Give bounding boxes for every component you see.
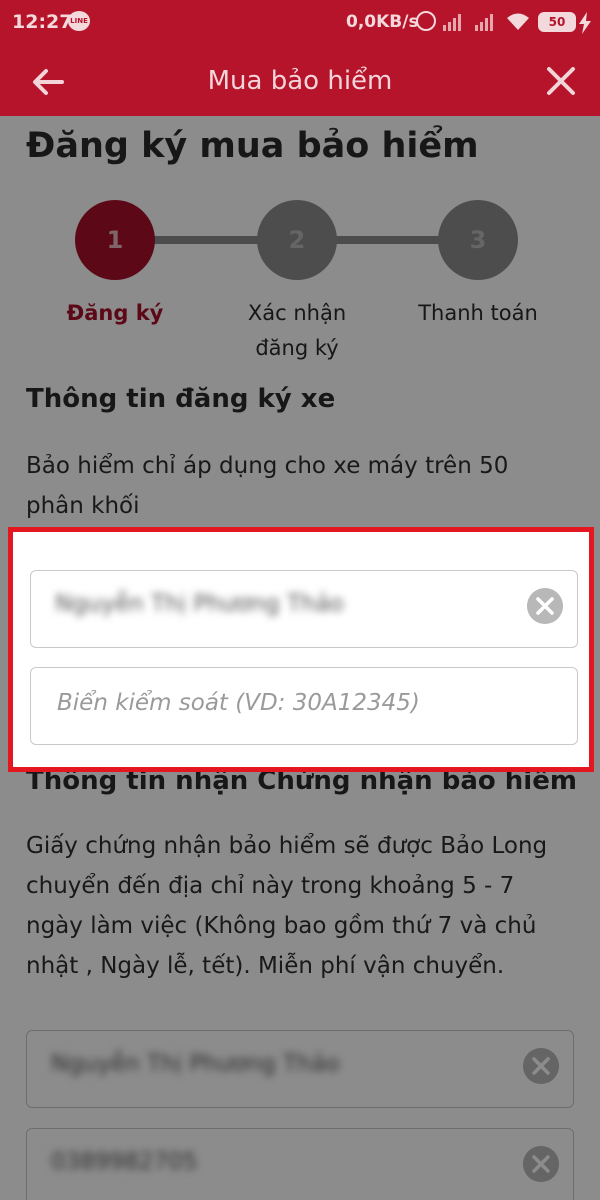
step-1-circle: 1 (75, 200, 155, 280)
highlighted-vehicle-fields: Nguyễn Thị Phương Thảo Biển kiểm soát (V… (8, 527, 594, 772)
battery-icon: 50 (538, 12, 576, 32)
header-title: Mua bảo hiểm (207, 66, 393, 96)
certificate-description-line: nhật , Ngày lễ, tết). Miễn phí vận chuyể… (26, 953, 505, 979)
progress-stepper: 1 2 3 Đăng ký Xác nhận đăng ký Thanh toá… (0, 200, 600, 370)
status-bar: 12:27 LINE 0,0KB/s 50 (0, 0, 600, 46)
vehicle-note-line: phân khối (26, 493, 140, 519)
clear-icon[interactable] (523, 1048, 559, 1084)
page-title: Đăng ký mua bảo hiểm (26, 126, 479, 166)
line-icon: LINE (68, 11, 90, 31)
bolt-icon (579, 12, 591, 34)
clear-icon[interactable] (523, 1146, 559, 1182)
certificate-description: Giấy chứng nhận bảo hiểm sẽ được Bảo Lon… (26, 826, 581, 986)
certificate-description-line: chuyển đến địa chỉ này trong khoảng 5 - … (26, 873, 515, 899)
step-1-label: Đăng ký (25, 296, 205, 331)
step-3-label-line1: Thanh toán (418, 301, 538, 325)
license-plate-placeholder: Biển kiểm soát (VD: 30A12345) (57, 690, 420, 716)
step-2-circle: 2 (257, 200, 337, 280)
app-header: Mua bảo hiểm (0, 46, 600, 116)
step-2-label: Xác nhận đăng ký (207, 296, 387, 366)
signal-icon (443, 14, 461, 31)
phone-field[interactable]: 0389982705 (26, 1128, 574, 1200)
signal-icon (475, 14, 493, 31)
step-2-label-line1: Xác nhận (247, 301, 347, 325)
status-time: 12:27 (12, 11, 73, 33)
step-3-circle: 3 (438, 200, 518, 280)
step-3-label: Thanh toán (388, 296, 568, 331)
clear-icon[interactable] (527, 588, 563, 624)
owner-name-field[interactable]: Nguyễn Thị Phương Thảo (30, 570, 578, 648)
vehicle-section-title: Thông tin đăng ký xe (26, 384, 336, 414)
wifi-icon (507, 13, 529, 30)
recipient-name-field[interactable]: Nguyễn Thị Phương Thảo (26, 1030, 574, 1108)
step-2-label-line2: đăng ký (255, 336, 339, 360)
recipient-name-value: Nguyễn Thị Phương Thảo (51, 1051, 340, 1077)
certificate-description-line: Giấy chứng nhận bảo hiểm sẽ được Bảo Lon… (26, 833, 548, 859)
network-speed: 0,0KB/s (346, 12, 419, 32)
alarm-icon (416, 11, 436, 31)
vehicle-note-line: Bảo hiểm chỉ áp dụng cho xe máy trên 50 (26, 453, 509, 479)
phone-value: 0389982705 (51, 1149, 198, 1175)
certificate-description-line: ngày làm việc (Không bao gồm thứ 7 và ch… (26, 913, 537, 939)
owner-name-value: Nguyễn Thị Phương Thảo (55, 591, 344, 617)
step-1-label-line1: Đăng ký (66, 301, 164, 325)
vehicle-note: Bảo hiểm chỉ áp dụng cho xe máy trên 50 … (26, 446, 581, 526)
license-plate-field[interactable]: Biển kiểm soát (VD: 30A12345) (30, 667, 578, 745)
close-icon[interactable] (542, 62, 580, 100)
